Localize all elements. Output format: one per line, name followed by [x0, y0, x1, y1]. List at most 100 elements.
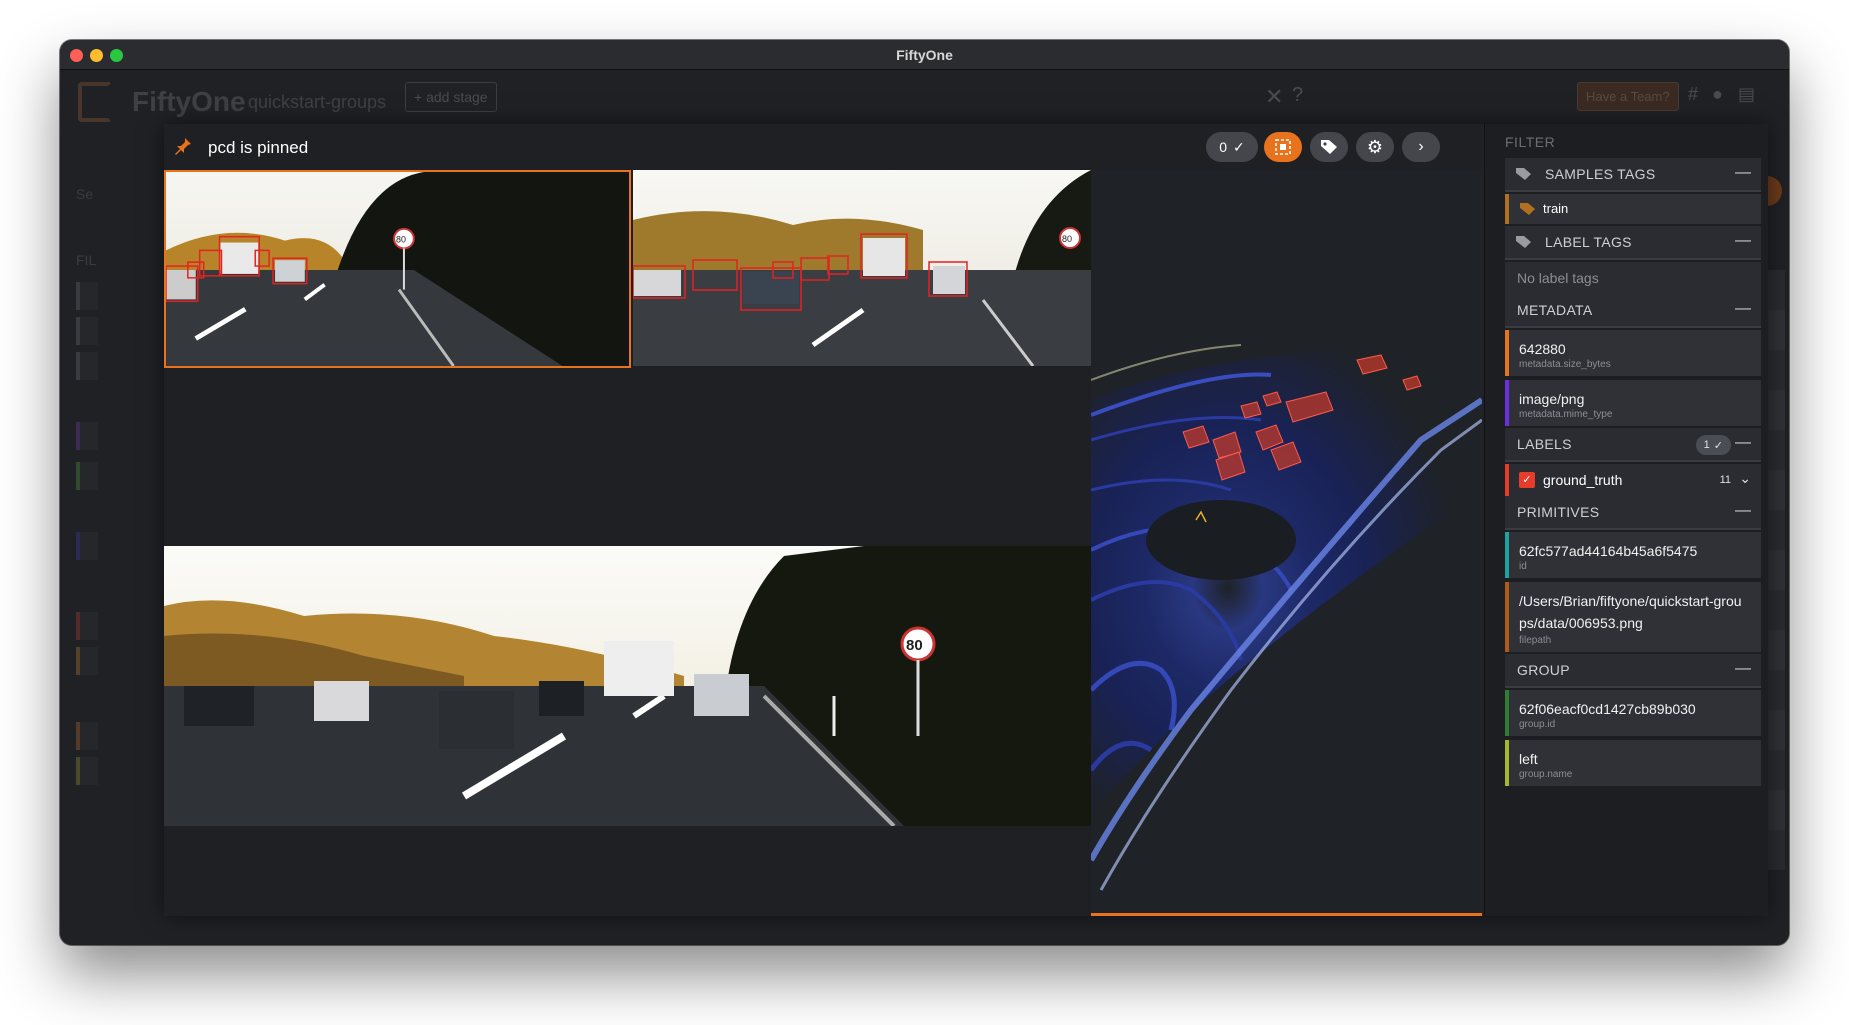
group-section[interactable]: GROUP — [1505, 654, 1761, 688]
metadata-section[interactable]: METADATA — [1505, 294, 1761, 328]
chevron-down-icon[interactable]: ⌄ [1739, 470, 1751, 487]
team-button[interactable]: Have a Team? [1577, 82, 1679, 111]
ground-truth-label: ground_truth [1543, 472, 1623, 488]
label-tags-section[interactable]: LABEL TAGS — [1505, 226, 1761, 260]
pin-icon[interactable] [174, 137, 192, 155]
field-value: image/png [1519, 391, 1585, 407]
section-title: PRIMITIVES [1517, 504, 1600, 520]
collapse-button[interactable]: — [1735, 164, 1751, 182]
background-row [76, 722, 98, 750]
dataset-name: quickstart-groups [248, 92, 387, 112]
collapse-button[interactable]: — [1735, 660, 1751, 678]
field-key: metadata.mime_type [1519, 409, 1613, 420]
field-value: left [1519, 751, 1538, 767]
settings-button[interactable]: ⚙ [1356, 132, 1394, 162]
background-row [76, 422, 98, 450]
left-camera-image: 80 [166, 172, 629, 366]
background-row [76, 647, 98, 675]
samples-tags-section[interactable]: SAMPLES TAGS — [1505, 158, 1761, 192]
tag-icon [1520, 203, 1535, 215]
modal-header: pcd is pinned 0 ✓ ⚙ › [164, 124, 1482, 170]
no-label-tags-text: No label tags [1505, 262, 1761, 294]
field-key: group.name [1519, 769, 1573, 780]
check-icon: ✓ [1233, 138, 1245, 155]
check-icon: ✓ [1713, 439, 1723, 452]
labels-count: 1 [1703, 439, 1710, 451]
field-value: /Users/Brian/fiftyone/quickstart-groups/… [1519, 593, 1742, 631]
right-camera-image: 80 [633, 170, 1091, 366]
tag-icon [1516, 236, 1531, 248]
background-sidebar: Se FIL [60, 132, 160, 945]
primitive-id: 62fc577ad44164b45a6f5475 id [1505, 532, 1761, 578]
main-camera-image: 80 [164, 546, 1091, 826]
background-row [76, 462, 98, 490]
chevron-right-icon: › [1418, 138, 1424, 155]
tag-icon [1516, 168, 1531, 180]
app-window: FiftyOne FiftyOne quickstart-groups + ad… [60, 40, 1789, 945]
background-row [76, 757, 98, 785]
help-icon[interactable]: ? [1292, 84, 1303, 107]
toggle-sidebar-button[interactable] [1264, 132, 1302, 162]
collapse-button[interactable]: — [1735, 232, 1751, 250]
slack-icon[interactable]: # [1688, 84, 1698, 105]
point-cloud-render [1091, 344, 1482, 891]
section-title: METADATA [1517, 302, 1593, 318]
frame-icon [1275, 139, 1291, 155]
section-title: SAMPLES TAGS [1545, 166, 1656, 182]
metadata-size-bytes: 642880 metadata.size_bytes [1505, 330, 1761, 376]
field-key: group.id [1519, 719, 1556, 730]
fiftyone-logo-icon [78, 82, 112, 122]
group-id: 62f06eacf0cd1427cb89b030 group.id [1505, 690, 1761, 736]
filter-heading: FILTER [1505, 134, 1556, 150]
section-title: LABELS [1517, 436, 1572, 452]
tag-button[interactable] [1310, 132, 1348, 162]
sample-tag-label: train [1543, 201, 1569, 216]
collapse-button[interactable]: — [1735, 300, 1751, 318]
brand-name: FiftyOne [132, 86, 246, 117]
github-icon[interactable]: ● [1712, 84, 1723, 105]
background-header: FiftyOne quickstart-groups + add stage ✕… [60, 70, 1789, 132]
docs-icon[interactable]: ▤ [1738, 84, 1755, 105]
sample-tag-train[interactable]: train [1505, 194, 1761, 224]
slice-right-thumbnail[interactable]: 80 [633, 170, 1091, 366]
expand-sidebar-button[interactable]: › [1402, 132, 1440, 162]
tag-icon [1321, 140, 1337, 154]
field-key: id [1519, 561, 1527, 572]
section-title: GROUP [1517, 662, 1570, 678]
selected-count-button[interactable]: 0 ✓ [1206, 132, 1258, 162]
background-row [76, 317, 98, 345]
ground-truth-field[interactable]: ✓ ground_truth 11 ⌄ [1505, 464, 1761, 496]
group-name: left group.name [1505, 740, 1761, 786]
point-cloud-viewer[interactable] [1091, 170, 1482, 916]
labels-section[interactable]: LABELS 1 ✓ — [1505, 428, 1761, 462]
background-row [76, 352, 98, 380]
background-search: Se [76, 186, 94, 202]
main-image-viewer[interactable]: 80 [164, 546, 1091, 826]
metadata-mime-type: image/png metadata.mime_type [1505, 380, 1761, 426]
clear-icon[interactable]: ✕ [1265, 84, 1283, 110]
slice-left-thumbnail[interactable]: 80 [164, 170, 631, 368]
background-filter-label: FIL [76, 252, 97, 268]
collapse-button[interactable]: — [1735, 434, 1751, 452]
filter-sidebar: FILTER SAMPLES TAGS — train LABEL TAGS —… [1484, 124, 1768, 916]
field-value: 62f06eacf0cd1427cb89b030 [1519, 701, 1696, 717]
field-key: metadata.size_bytes [1519, 359, 1611, 370]
background-row [76, 282, 98, 310]
group-view: 80 80 80 [164, 170, 1091, 916]
field-value: 62fc577ad44164b45a6f5475 [1519, 543, 1698, 559]
ground-truth-count: 11 [1719, 474, 1731, 486]
primitives-section[interactable]: PRIMITIVES — [1505, 496, 1761, 530]
field-key: filepath [1519, 635, 1552, 646]
speed-sign-right: 80 [1062, 234, 1072, 244]
sample-modal: pcd is pinned 0 ✓ ⚙ › 80 80 80 FILTER SA… [164, 124, 1768, 916]
add-stage-button[interactable]: + add stage [405, 82, 497, 112]
ground-truth-checkbox[interactable]: ✓ [1519, 472, 1535, 488]
titlebar: FiftyOne [60, 40, 1789, 70]
collapse-button[interactable]: — [1735, 502, 1751, 520]
pinned-status: pcd is pinned [208, 138, 309, 157]
field-value: 642880 [1519, 341, 1566, 357]
section-title: LABEL TAGS [1545, 234, 1632, 250]
speed-sign-main: 80 [906, 637, 923, 654]
selected-count: 0 [1219, 139, 1228, 155]
labels-count-badge[interactable]: 1 ✓ [1695, 435, 1731, 455]
